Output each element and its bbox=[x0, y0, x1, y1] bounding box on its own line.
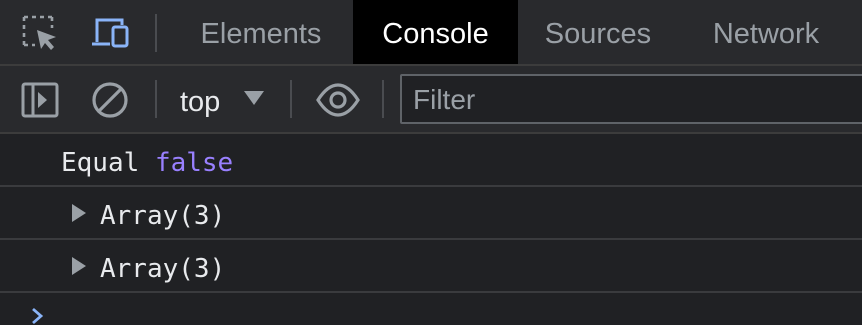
expand-triangle-icon[interactable] bbox=[72, 204, 86, 222]
context-selector[interactable]: top bbox=[170, 74, 278, 124]
console-message: Equal false bbox=[0, 134, 862, 187]
tab-network[interactable]: Network bbox=[690, 0, 842, 64]
console-message[interactable]: Array(3) bbox=[0, 187, 862, 240]
tab-divider bbox=[155, 14, 157, 52]
expand-triangle-icon[interactable] bbox=[72, 257, 86, 275]
console-message[interactable]: Array(3) bbox=[0, 240, 862, 293]
console-prompt[interactable] bbox=[0, 294, 862, 325]
devtools-tab-bar: Elements Console Sources Network bbox=[0, 0, 862, 66]
log-text: Equal bbox=[61, 148, 140, 178]
tab-elements[interactable]: Elements bbox=[178, 0, 344, 64]
boolean-value: false bbox=[154, 148, 234, 178]
toolbar-divider bbox=[155, 80, 157, 118]
object-preview[interactable]: Array(3) bbox=[100, 240, 225, 298]
clear-console-icon[interactable] bbox=[88, 78, 132, 122]
tab-sources[interactable]: Sources bbox=[522, 0, 674, 64]
chevron-right-icon bbox=[28, 305, 48, 325]
object-preview[interactable]: Array(3) bbox=[100, 187, 225, 245]
toolbar-divider bbox=[290, 80, 292, 118]
console-toolbar: top bbox=[0, 66, 862, 134]
log-output: Equal false bbox=[61, 134, 233, 192]
device-toolbar-icon[interactable] bbox=[90, 13, 130, 53]
filter-input[interactable] bbox=[400, 74, 862, 124]
toolbar-divider bbox=[382, 80, 384, 118]
devtools-window: Elements Console Sources Network top Fil… bbox=[0, 0, 862, 325]
context-label: top bbox=[180, 86, 221, 118]
dropdown-arrow-icon bbox=[244, 91, 264, 105]
live-expression-eye-icon[interactable] bbox=[316, 78, 360, 122]
tab-console[interactable]: Console bbox=[353, 0, 518, 64]
sidebar-toggle-icon[interactable] bbox=[18, 78, 62, 122]
inspect-element-icon[interactable] bbox=[20, 13, 60, 53]
console-messages: Equal false Array(3) Array(3) bbox=[0, 134, 862, 325]
